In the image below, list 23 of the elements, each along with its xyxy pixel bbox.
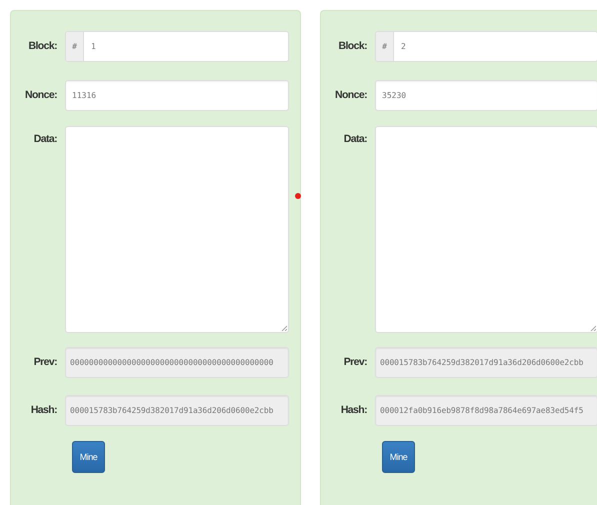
nonce-label: Nonce: xyxy=(334,88,368,103)
hash-label: Hash: xyxy=(30,403,58,418)
resize-grip-icon[interactable] xyxy=(590,325,596,331)
nonce-field[interactable]: 11316 xyxy=(65,80,289,111)
block-label: Block: xyxy=(338,39,368,54)
prev-label: Prev: xyxy=(342,355,368,370)
block-field[interactable]: # 2 xyxy=(375,31,597,62)
hash-label: Hash: xyxy=(340,403,368,418)
data-field[interactable] xyxy=(65,126,289,333)
hash-prefix: # xyxy=(376,32,394,61)
hash-prefix: # xyxy=(66,32,84,61)
nonce-field[interactable]: 35230 xyxy=(375,80,597,111)
mine-button[interactable]: Mine xyxy=(382,441,415,473)
data-field[interactable] xyxy=(375,126,597,333)
nonce-label: Nonce: xyxy=(24,88,58,103)
prev-label: Prev: xyxy=(32,355,58,370)
data-label: Data: xyxy=(342,132,368,146)
resize-grip-icon[interactable] xyxy=(281,325,287,331)
block-field[interactable]: # 1 xyxy=(65,31,289,62)
pointer-dot-icon xyxy=(295,193,301,199)
block-label: Block: xyxy=(28,39,58,54)
data-label: Data: xyxy=(32,132,58,146)
mine-button[interactable]: Mine xyxy=(72,441,105,473)
